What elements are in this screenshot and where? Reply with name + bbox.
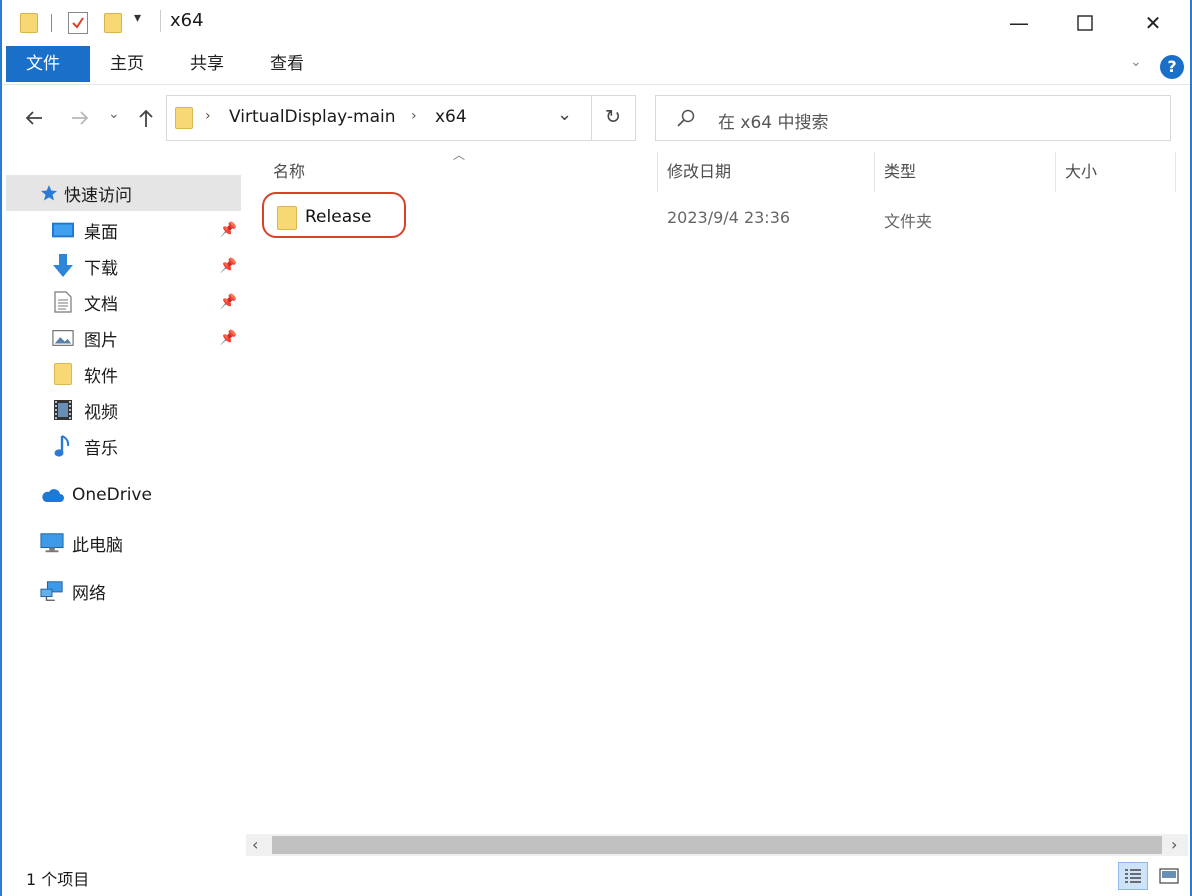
folder-icon	[175, 107, 193, 129]
up-button[interactable]	[132, 104, 160, 132]
sidebar-item-music[interactable]: 音乐	[6, 428, 241, 464]
sidebar-item-desktop[interactable]: 桌面 📌	[6, 212, 241, 248]
column-header-name[interactable]: 名称	[273, 152, 305, 192]
sidebar-item-downloads[interactable]: 下载 📌	[6, 248, 241, 284]
maximize-button[interactable]	[1062, 0, 1108, 46]
minimize-button[interactable]: —	[996, 0, 1042, 46]
folder-icon	[20, 13, 38, 33]
title-bar: ▾ x64 — ✕	[0, 0, 1192, 46]
computer-icon	[40, 532, 64, 554]
tab-share[interactable]: 共享	[170, 46, 244, 82]
address-bar[interactable]: › VirtualDisplay-main › x64 ⌄ ↻	[166, 95, 636, 141]
scroll-right-button[interactable]: ›	[1171, 835, 1177, 854]
sidebar-item-label: 下载	[84, 258, 118, 279]
search-icon	[676, 108, 696, 132]
tab-home[interactable]: 主页	[90, 46, 164, 82]
highlight-ring	[262, 192, 406, 238]
folder-icon	[52, 363, 74, 385]
help-icon[interactable]: ?	[1160, 55, 1184, 79]
large-icons-view-button[interactable]	[1154, 862, 1184, 890]
new-folder-icon[interactable]	[104, 13, 122, 33]
chevron-right-icon[interactable]: ›	[205, 108, 211, 124]
desktop-icon	[52, 219, 74, 241]
pin-icon[interactable]: 📌	[220, 330, 237, 346]
divider	[0, 84, 1192, 85]
address-dropdown-icon[interactable]: ⌄	[557, 104, 572, 125]
customize-toolbar-icon[interactable]: ▾	[134, 10, 141, 26]
column-header-modified[interactable]: 修改日期	[667, 152, 731, 192]
search-input[interactable]: 在 x64 中搜索	[718, 108, 829, 133]
download-icon	[52, 254, 74, 277]
window-border	[0, 0, 2, 896]
pin-icon[interactable]: 📌	[220, 258, 237, 274]
sidebar-item-onedrive[interactable]: OneDrive	[6, 477, 241, 513]
sidebar-item-documents[interactable]: 文档 📌	[6, 284, 241, 320]
pin-icon[interactable]: 📌	[220, 294, 237, 310]
details-view-button[interactable]	[1118, 862, 1148, 890]
breadcrumb-virtualdisplay-main[interactable]: VirtualDisplay-main	[229, 107, 396, 127]
sidebar-item-videos[interactable]: 视频	[6, 392, 241, 428]
ribbon: 文件 主页 共享 查看 ⌄ ?	[0, 46, 1192, 86]
divider	[51, 14, 52, 32]
divider	[591, 96, 592, 140]
file-type: 文件夹	[884, 212, 933, 231]
column-header-size[interactable]: 大小	[1065, 152, 1097, 192]
forward-button[interactable]	[66, 104, 94, 132]
sidebar-item-label: 软件	[84, 366, 118, 387]
document-icon	[52, 291, 74, 313]
horizontal-scrollbar[interactable]: ‹ ›	[246, 834, 1188, 856]
chevron-down-icon[interactable]: ⌄	[1130, 54, 1142, 70]
scrollbar-thumb[interactable]	[272, 836, 1162, 854]
divider[interactable]	[1055, 152, 1056, 192]
sidebar-item-pictures[interactable]: 图片 📌	[6, 320, 241, 356]
sidebar-item-label: OneDrive	[72, 485, 152, 505]
sidebar-item-this-pc[interactable]: 此电脑	[6, 525, 241, 561]
network-icon	[40, 580, 64, 602]
search-box[interactable]: 在 x64 中搜索	[655, 95, 1171, 141]
sidebar-item-label: 此电脑	[72, 535, 123, 556]
video-icon	[52, 399, 74, 421]
status-bar: 1 个项目	[0, 860, 1192, 896]
file-modified: 2023/9/4 23:36	[667, 208, 791, 227]
sidebar-item-quick-access[interactable]: 快速访问	[6, 175, 241, 211]
sidebar-item-label: 网络	[72, 583, 106, 604]
divider[interactable]	[657, 152, 658, 192]
star-icon	[40, 182, 58, 204]
back-button[interactable]	[20, 104, 48, 132]
sidebar-item-network[interactable]: 网络	[6, 573, 241, 609]
recent-locations-button[interactable]: ⌄	[108, 106, 120, 122]
sidebar-item-label: 文档	[84, 294, 118, 315]
divider[interactable]	[1175, 152, 1176, 192]
divider[interactable]	[874, 152, 875, 192]
sidebar-item-software[interactable]: 软件	[6, 356, 241, 392]
close-button[interactable]: ✕	[1130, 0, 1176, 46]
sidebar-item-label: 图片	[84, 330, 118, 351]
tab-view[interactable]: 查看	[250, 46, 324, 82]
tab-file[interactable]: 文件	[6, 46, 90, 82]
sidebar-item-label: 桌面	[84, 222, 118, 243]
sidebar-item-label: 音乐	[84, 438, 118, 459]
window-title: x64	[170, 10, 204, 31]
properties-icon[interactable]	[68, 12, 88, 34]
sidebar-item-label: 快速访问	[64, 185, 132, 206]
sidebar-item-label: 视频	[84, 402, 118, 423]
item-count: 1 个项目	[26, 870, 90, 889]
music-icon	[52, 435, 74, 457]
pin-icon[interactable]: 📌	[220, 222, 237, 238]
sort-ascending-icon: ︿	[453, 148, 466, 162]
chevron-right-icon[interactable]: ›	[411, 108, 417, 124]
breadcrumb-x64[interactable]: x64	[435, 107, 467, 127]
scroll-left-button[interactable]: ‹	[252, 835, 258, 854]
refresh-button[interactable]: ↻	[605, 106, 621, 128]
cloud-icon	[40, 484, 64, 506]
divider	[160, 10, 161, 32]
picture-icon	[52, 327, 74, 349]
column-header-type[interactable]: 类型	[884, 152, 916, 192]
